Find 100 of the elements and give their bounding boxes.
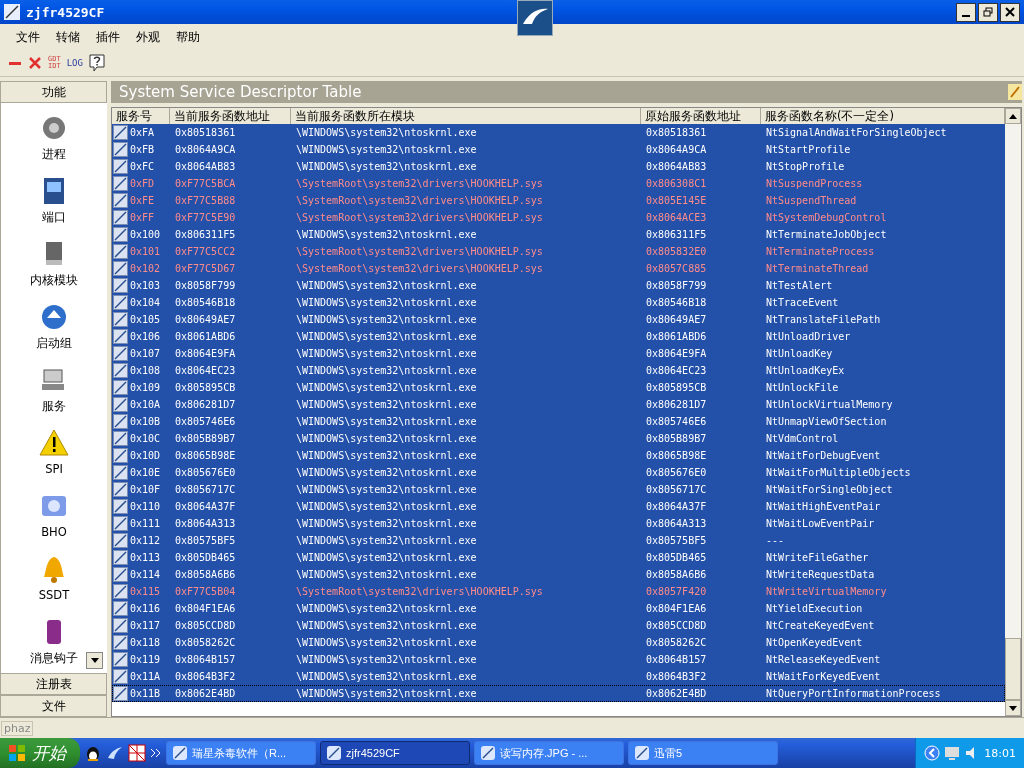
table-cell-text: \SystemRoot\system32\drivers\HOOKHELP.sys — [296, 245, 543, 259]
table-row[interactable]: 0x111 0x8064A313 \WINDOWS\system32\ntoskrnl.exe 0x8064A313 NtWaitLowEventPair — [112, 515, 1005, 532]
table-row[interactable]: 0x107 0x8064E9FA \WINDOWS\system32\ntoskrnl.exe 0x8064E9FA NtUnloadKey — [112, 345, 1005, 362]
table-row[interactable]: 0x106 0x8061ABD6 \WINDOWS\system32\ntoskrnl.exe 0x8061ABD6 NtUnloadDriver — [112, 328, 1005, 345]
table-cell-text: NtSystemDebugControl — [766, 211, 887, 225]
table-cell-text: NtSuspendThread — [766, 194, 857, 208]
table-cell-text: 0x8061ABD6 — [175, 330, 236, 344]
close-icon[interactable] — [28, 56, 42, 70]
sidebar-item[interactable]: BHO — [41, 525, 67, 539]
minimize-icon — [962, 15, 970, 17]
table-row[interactable]: 0x104 0x80546B18 \WINDOWS\system32\ntoskrnl.exe 0x80546B18 NtTraceEvent — [112, 294, 1005, 311]
table-row[interactable]: 0x116 0x804F1EA6 \WINDOWS\system32\ntoskrnl.exe 0x804F1EA6 NtYieldExecution — [112, 600, 1005, 617]
file-icon — [113, 346, 128, 361]
sidebar-header[interactable]: 功能 — [0, 81, 107, 103]
table-cell-text: 0x80575BF5 — [175, 534, 236, 548]
penguin-icon[interactable] — [84, 744, 102, 762]
taskbar-button[interactable]: 迅雷5 — [628, 741, 778, 765]
table-row[interactable]: 0x109 0x805895CB \WINDOWS\system32\ntoskrnl.exe 0x805895CB NtUnlockFile — [112, 379, 1005, 396]
table-cell-text: 0x119 — [130, 653, 161, 667]
table-row[interactable]: 0x118 0x8058262C \WINDOWS\system32\ntoskrnl.exe 0x8058262C NtOpenKeyedEvent — [112, 634, 1005, 651]
restore-icon — [983, 7, 993, 17]
table-row[interactable]: 0x10B 0x805746E6 \WINDOWS\system32\ntoskrnl.exe 0x805746E6 NtUnmapViewOfSection — [112, 413, 1005, 430]
table-row[interactable]: 0xFA 0x80518361 \WINDOWS\system32\ntoskrnl.exe 0x80518361 NtSignalAndWaitForSingleObject — [112, 124, 1005, 141]
table-cell-text: NtWaitLowEventPair — [766, 517, 875, 531]
table-cell-text: 0x10E — [130, 466, 161, 480]
minimize-button[interactable] — [956, 2, 976, 22]
sidebar-item[interactable]: SSDT — [38, 588, 70, 602]
menu-item[interactable]: 外观 — [128, 28, 168, 46]
table-cell-text: NtWaitHighEventPair — [766, 500, 881, 514]
menu-item[interactable]: 插件 — [88, 28, 128, 46]
table-row[interactable]: 0x119 0x8064B157 \WINDOWS\system32\ntoskrnl.exe 0x8064B157 NtReleaseKeyedEvent — [112, 651, 1005, 668]
table-row[interactable]: 0xFC 0x8064AB83 \WINDOWS\system32\ntoskrnl.exe 0x8064AB83 NtStopProfile — [112, 158, 1005, 175]
sidebar-item[interactable]: 内核模块 — [30, 272, 78, 288]
table-row[interactable]: 0x113 0x805DB465 \WINDOWS\system32\ntoskrnl.exe 0x805DB465 NtWriteFileGather — [112, 549, 1005, 566]
table-row[interactable]: 0x103 0x8058F799 \WINDOWS\system32\ntoskrnl.exe 0x8058F799 NtTestAlert — [112, 277, 1005, 294]
table-cell-text: 0x8064A9CA — [175, 143, 236, 157]
file-icon — [113, 329, 128, 344]
file-icon — [113, 499, 128, 514]
scrollbar-thumb[interactable] — [1005, 638, 1021, 700]
table-cell-text: \WINDOWS\system32\ntoskrnl.exe — [296, 347, 477, 361]
table-cell-text: 0x805CCD8D — [175, 619, 236, 633]
taskbar-button[interactable]: 瑞星杀毒软件（R... — [166, 741, 316, 765]
sidebar-item[interactable]: 端口 — [42, 209, 66, 225]
start-button[interactable]: 开始 — [0, 738, 80, 768]
table-row[interactable]: 0x10C 0x805B89B7 \WINDOWS\system32\ntoskrnl.exe 0x805B89B7 NtVdmControl — [112, 430, 1005, 447]
table-cell-text: 0x80649AE7 — [175, 313, 236, 327]
restore-button[interactable] — [978, 2, 998, 22]
table-cell-text: 0x101 — [130, 245, 161, 259]
swoosh-icon[interactable] — [106, 744, 124, 762]
grid-icon[interactable] — [128, 744, 146, 762]
sidebar-item[interactable]: 进程 — [42, 146, 66, 162]
table-cell-text: 0x111 — [130, 517, 161, 531]
table-row[interactable]: 0x105 0x80649AE7 \WINDOWS\system32\ntoskrnl.exe 0x80649AE7 NtTranslateFilePath — [112, 311, 1005, 328]
table-cell-text: 0x11A — [130, 670, 161, 684]
menu-item[interactable]: 文件 — [8, 28, 48, 46]
file-icon — [113, 227, 128, 242]
table-row[interactable]: 0x108 0x8064EC23 \WINDOWS\system32\ntoskrnl.exe 0x8064EC23 NtUnloadKeyEx — [112, 362, 1005, 379]
table-row[interactable]: 0x11A 0x8064B3F2 \WINDOWS\system32\ntoskrnl.exe 0x8064B3F2 NtWaitForKeyedEvent — [112, 668, 1005, 685]
table-row[interactable]: 0x112 0x80575BF5 \WINDOWS\system32\ntoskrnl.exe 0x80575BF5 --- — [112, 532, 1005, 549]
table-cell-text: NtUnlockFile — [766, 381, 839, 395]
taskbar-button[interactable]: zjfr4529CF — [320, 741, 470, 765]
file-icon — [113, 431, 128, 446]
table-cell-text: \WINDOWS\system32\ntoskrnl.exe — [296, 466, 477, 480]
table-cell-text: 0x118 — [130, 636, 161, 650]
table-row[interactable]: 0x11B 0x8062E4BD \WINDOWS\system32\ntoskrnl.exe 0x8062E4BD NtQueryPortInformationProcess — [112, 685, 1005, 702]
close-button[interactable] — [1000, 2, 1020, 22]
table-row[interactable]: 0x10F 0x8056717C \WINDOWS\system32\ntoskrnl.exe 0x8056717C NtWaitForSingleObject — [112, 481, 1005, 498]
scroll-down-button[interactable] — [86, 652, 103, 669]
table-cell-text: \WINDOWS\system32\ntoskrnl.exe — [296, 143, 477, 157]
taskbar-button[interactable]: 读写内存.JPG - ... — [474, 741, 624, 765]
menu-item[interactable]: 转储 — [48, 28, 88, 46]
table-row[interactable]: 0x100 0x806311F5 \WINDOWS\system32\ntoskrnl.exe 0x806311F5 NtTerminateJobObject — [112, 226, 1005, 243]
table-row[interactable]: 0xFB 0x8064A9CA \WINDOWS\system32\ntoskrnl.exe 0x8064A9CA NtStartProfile — [112, 141, 1005, 158]
table-cell-text: 0x8064E9FA — [175, 347, 236, 361]
table-cell-text: 0x80546B18 — [646, 296, 707, 310]
table-cell-text: \WINDOWS\system32\ntoskrnl.exe — [296, 551, 477, 565]
log-button[interactable]: LOG — [66, 58, 83, 68]
sidebar-tab[interactable]: 注册表 — [0, 673, 107, 695]
sidebar-item[interactable]: 启动组 — [36, 335, 72, 351]
table-cell-text: \SystemRoot\system32\drivers\HOOKHELP.sys — [296, 177, 543, 191]
table-cell-text: 0x100 — [130, 228, 161, 242]
table-row[interactable]: 0x10A 0x806281D7 \WINDOWS\system32\ntoskrnl.exe 0x806281D7 NtUnlockVirtualMemory — [112, 396, 1005, 413]
table-row[interactable]: 0x110 0x8064A37F \WINDOWS\system32\ntoskrnl.exe 0x8064A37F NtWaitHighEventPair — [112, 498, 1005, 515]
scrollbar[interactable] — [1005, 108, 1021, 716]
table-cell-text: 0x8065B98E — [175, 449, 236, 463]
chevron-icon[interactable] — [150, 748, 162, 758]
sidebar-item[interactable]: 服务 — [42, 398, 66, 414]
menu-item[interactable]: 帮助 — [168, 28, 208, 46]
table-cell-text: NtCreateKeyedEvent — [766, 619, 875, 633]
sidebar-item[interactable]: SPI — [45, 462, 63, 476]
table-row[interactable]: 0x10D 0x8065B98E \WINDOWS\system32\ntoskrnl.exe 0x8065B98E NtWaitForDebugEvent — [112, 447, 1005, 464]
table-cell-text: --- — [766, 534, 785, 548]
program-icon — [327, 746, 341, 760]
sidebar-tab[interactable]: 文件 — [0, 695, 107, 717]
help-icon[interactable] — [88, 54, 105, 72]
table-row[interactable]: 0x114 0x8058A6B6 \WINDOWS\system32\ntoskrnl.exe 0x8058A6B6 NtWriteRequestData — [112, 566, 1005, 583]
table-row[interactable]: 0x117 0x805CCD8D \WINDOWS\system32\ntoskrnl.exe 0x805CCD8D NtCreateKeyedEvent — [112, 617, 1005, 634]
table-row[interactable]: 0x10E 0x805676E0 \WINDOWS\system32\ntoskrnl.exe 0x805676E0 NtWaitForMultipleObjects — [112, 464, 1005, 481]
sidebar-item[interactable]: 消息钩子 — [30, 650, 78, 666]
table-cell-text: 0x8058262C — [175, 636, 236, 650]
